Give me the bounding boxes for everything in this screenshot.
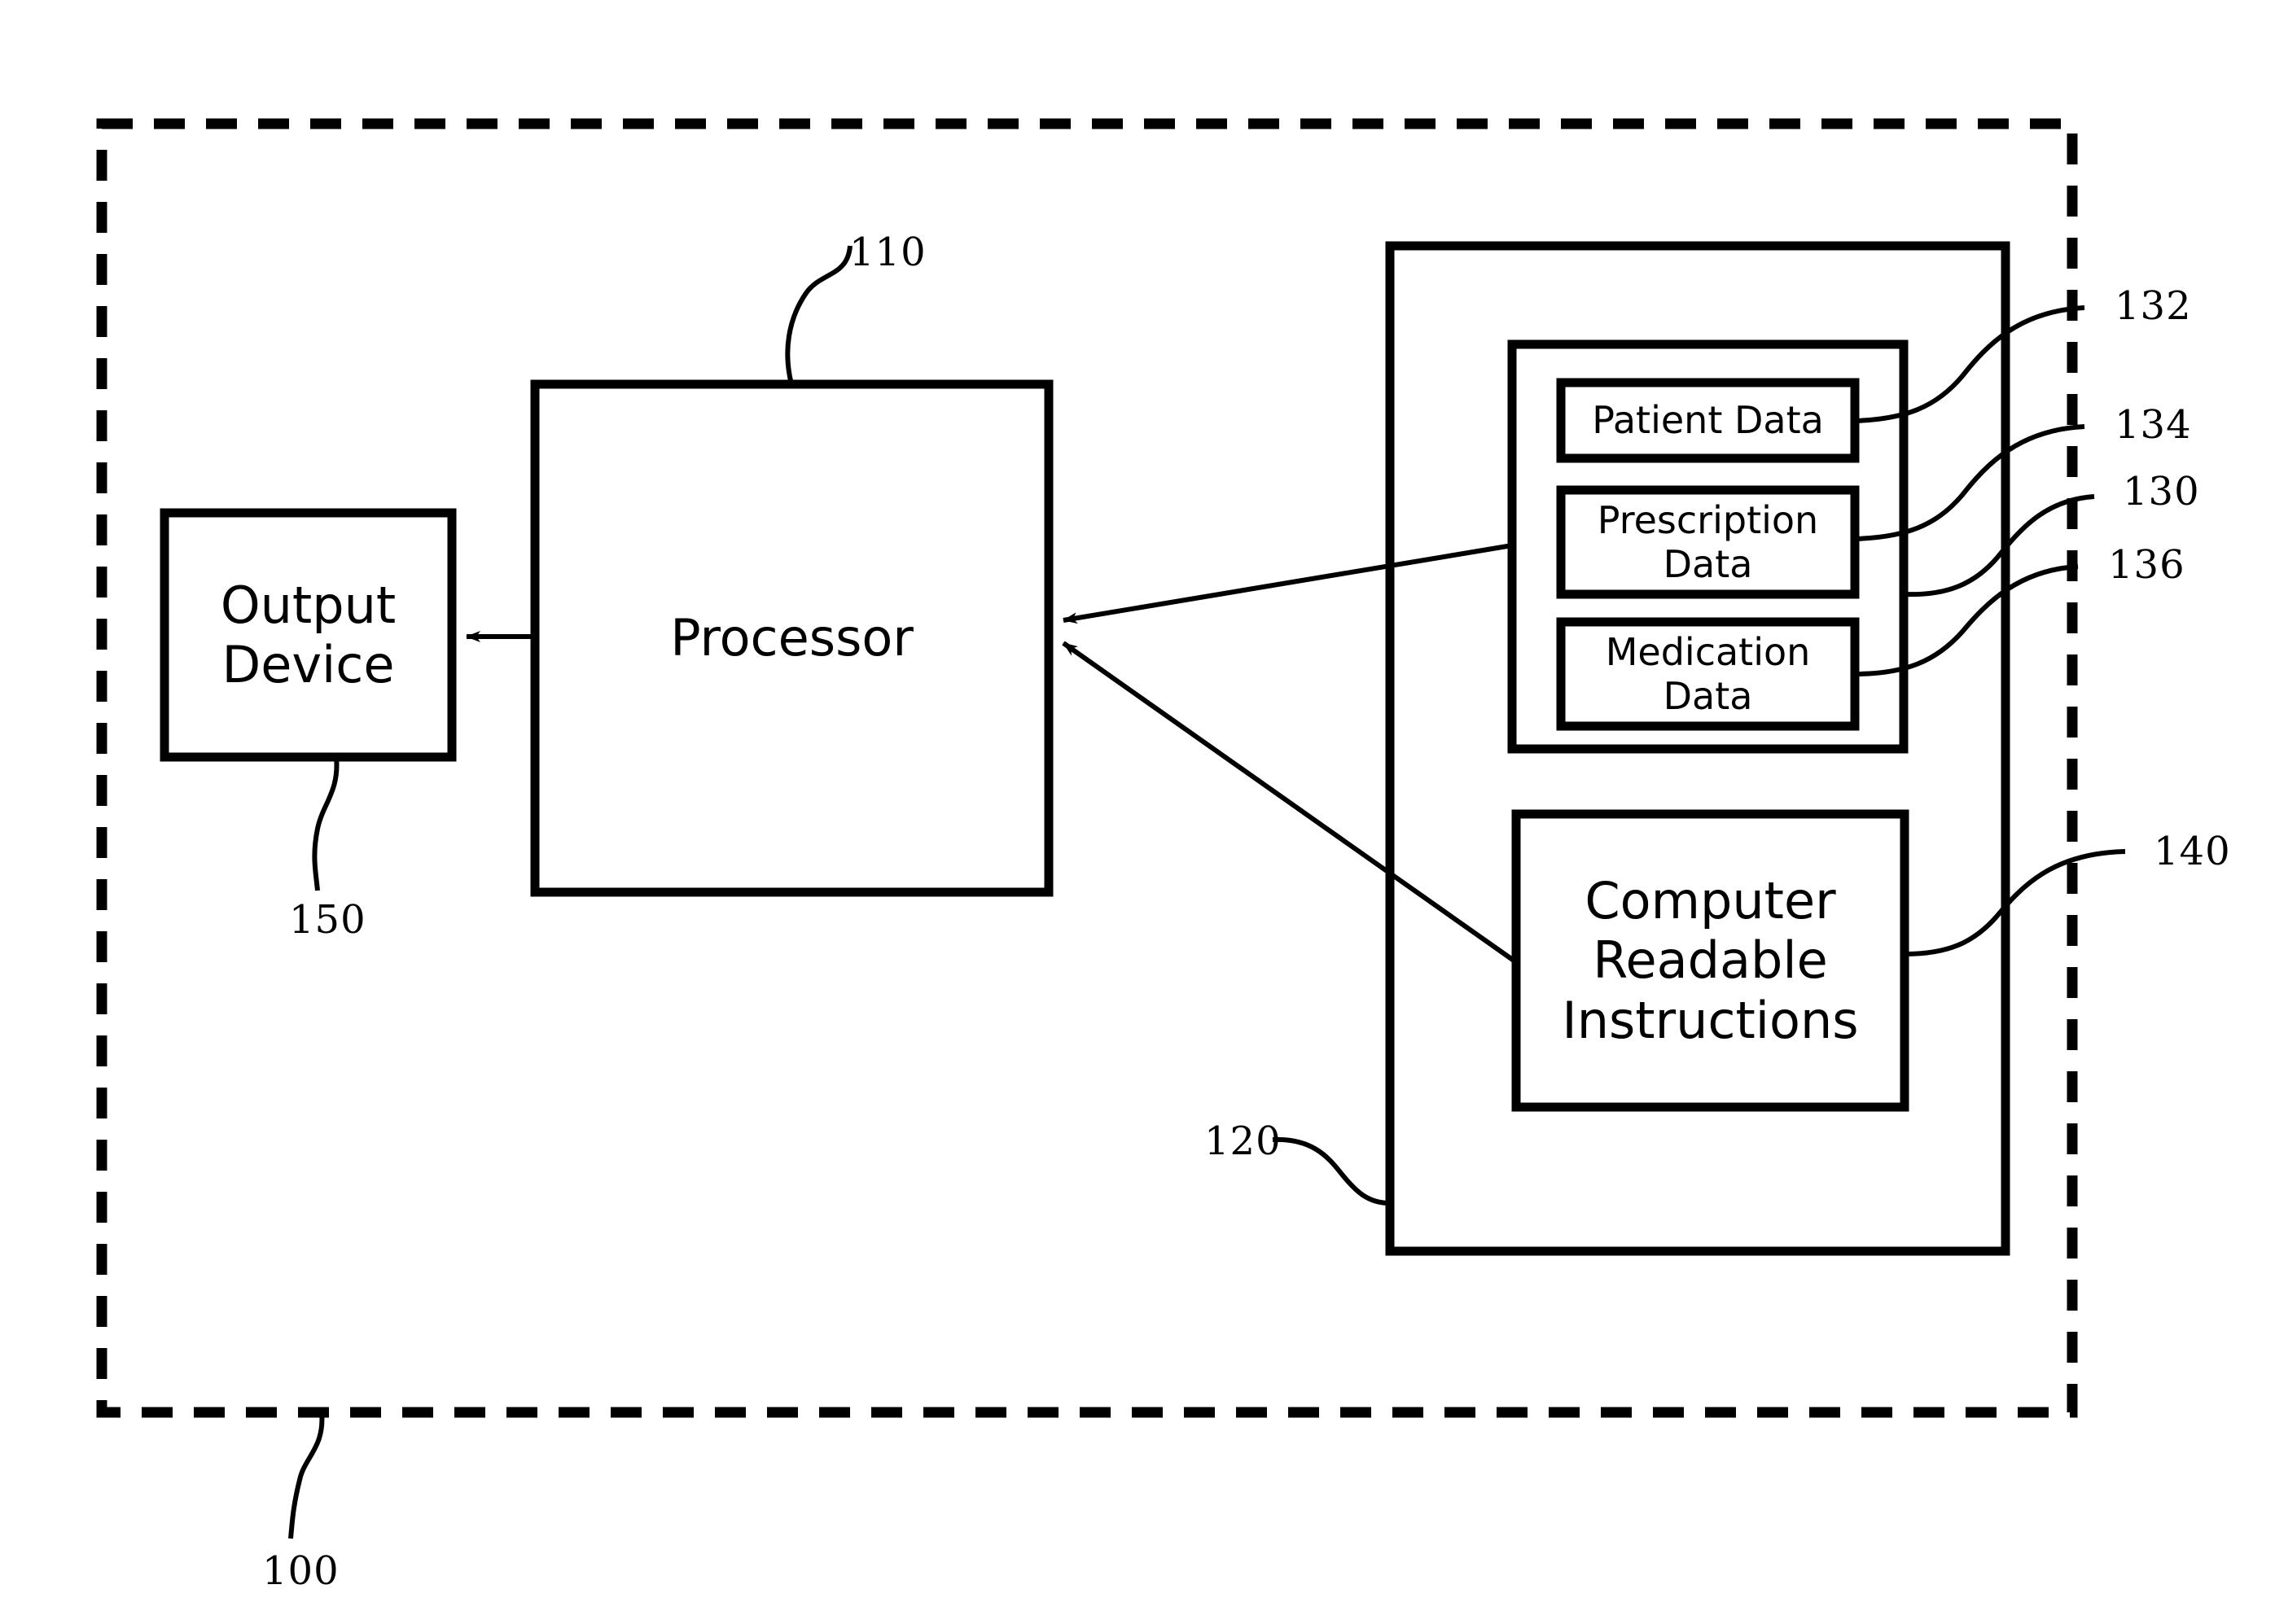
ref-numeral-140: 140 [2154,829,2231,874]
leader-line-100 [288,1412,325,1539]
leader-line-120 [1272,1136,1391,1206]
ref-numeral-150: 150 [289,897,366,943]
medication-data-rect [1556,617,1860,731]
output-device-rect [160,508,457,762]
prescription-data-rect [1556,485,1860,599]
instructions-rect [1511,809,1909,1112]
ref-numeral-134: 134 [2115,402,2192,448]
patient-data-rect [1556,378,1860,463]
leader-line-150 [312,756,340,891]
ref-numeral-130: 130 [2123,469,2200,514]
processor-rect [530,379,1054,897]
ref-numeral-100: 100 [262,1548,340,1594]
ref-numeral-132: 132 [2115,283,2192,329]
ref-numeral-110: 110 [849,230,927,275]
diagram-svg [96,118,2126,1539]
leader-line-110 [785,245,853,385]
figure-canvas: Output Device Processor Patient Data Pre… [0,0,2275,1624]
ref-numeral-120: 120 [1204,1118,1282,1164]
ref-numeral-136: 136 [2108,542,2185,588]
